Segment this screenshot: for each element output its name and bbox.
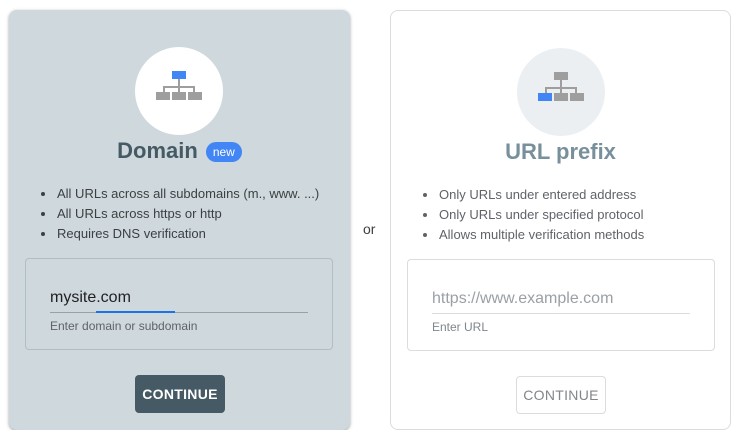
- sitemap-icon: [156, 71, 202, 100]
- domain-continue-button[interactable]: CONTINUE: [135, 375, 225, 413]
- domain-feature-list: All URLs across all subdomains (m., www.…: [37, 184, 319, 244]
- sitemap-icon: [538, 72, 584, 101]
- domain-title: Domain: [117, 138, 198, 163]
- url-input-helper: Enter URL: [432, 320, 489, 334]
- url-prefix-continue-button[interactable]: CONTINUE: [516, 376, 606, 414]
- url-prefix-title-row: URL prefix: [391, 139, 730, 165]
- url-input-underline: [432, 313, 690, 314]
- domain-input-underline: [50, 312, 308, 313]
- domain-input[interactable]: [50, 287, 308, 309]
- list-item: All URLs across https or http: [37, 204, 319, 224]
- or-separator: or: [363, 221, 376, 237]
- list-item: Requires DNS verification: [37, 224, 319, 244]
- domain-property-card[interactable]: Domain new All URLs across all subdomain…: [9, 10, 350, 430]
- domain-input-container: Enter domain or subdomain: [25, 258, 333, 350]
- domain-input-helper: Enter domain or subdomain: [50, 319, 198, 333]
- domain-title-row: Domain new: [9, 138, 350, 164]
- list-item: Only URLs under specified protocol: [419, 205, 644, 225]
- domain-icon-circle: [135, 47, 223, 135]
- url-prefix-feature-list: Only URLs under entered address Only URL…: [419, 185, 644, 245]
- list-item: Only URLs under entered address: [419, 185, 644, 205]
- url-prefix-icon-circle: [517, 48, 605, 136]
- new-badge: new: [205, 142, 242, 162]
- list-item: Allows multiple verification methods: [419, 225, 644, 245]
- url-prefix-property-card[interactable]: URL prefix Only URLs under entered addre…: [390, 10, 731, 430]
- url-input-container: Enter URL: [407, 259, 715, 351]
- url-input[interactable]: [432, 288, 690, 310]
- url-prefix-title: URL prefix: [505, 139, 616, 164]
- list-item: All URLs across all subdomains (m., www.…: [37, 184, 319, 204]
- domain-input-focus-underline: [96, 311, 175, 313]
